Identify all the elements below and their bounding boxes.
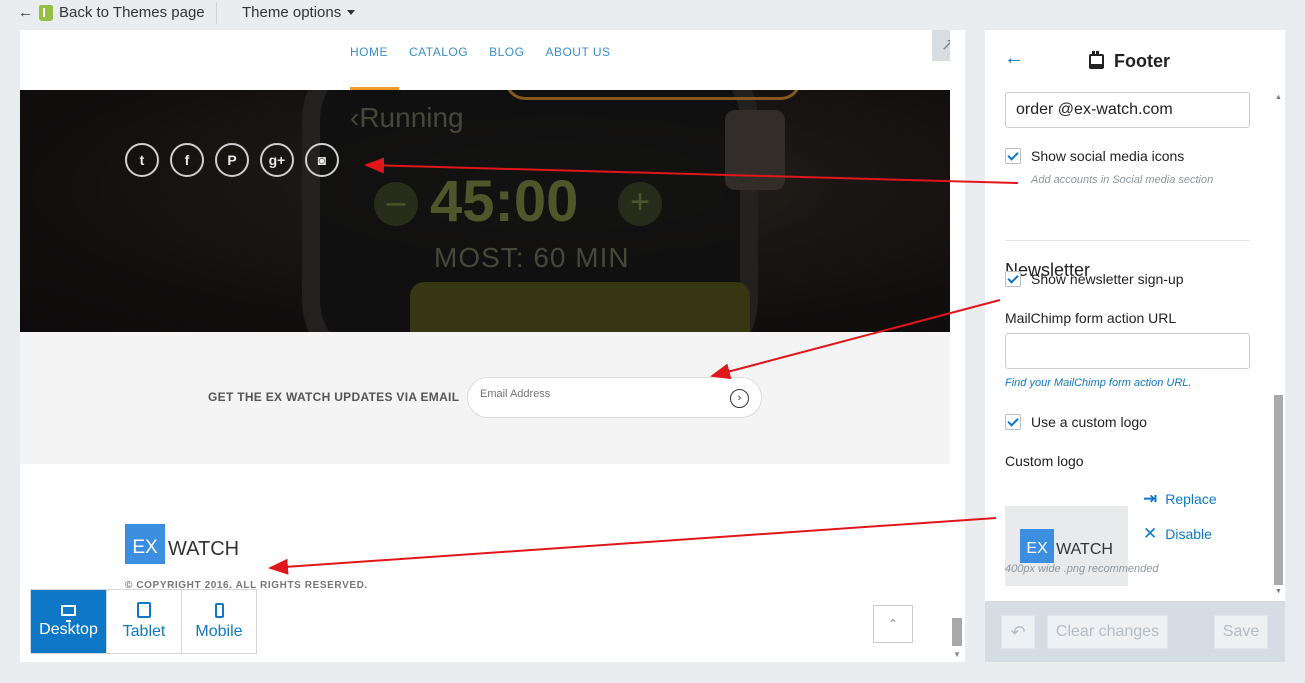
- replace-icon: ⇥: [1143, 489, 1158, 508]
- undo-icon: ↶: [1010, 622, 1026, 642]
- mailchimp-label: MailChimp form action URL: [1005, 310, 1177, 326]
- nav-about-link[interactable]: ABOUT US: [545, 45, 610, 59]
- footer-logo-ex: EX: [125, 524, 165, 564]
- show-newsletter-checkbox[interactable]: Show newsletter sign-up: [1005, 271, 1184, 287]
- disable-logo-button[interactable]: ✕ Disable: [1143, 524, 1212, 544]
- mobile-icon: [214, 602, 224, 618]
- mailchimp-help-link[interactable]: Find your MailChimp form action URL.: [1005, 377, 1191, 389]
- chevron-right-icon[interactable]: ›: [730, 389, 749, 408]
- back-to-top-button[interactable]: ⌃: [873, 605, 913, 643]
- newsletter-section: GET THE EX WATCH UPDATES VIA EMAIL ›: [20, 332, 950, 464]
- show-social-label: Show social media icons: [1031, 148, 1185, 164]
- panel-scroll-thumb[interactable]: [1274, 395, 1283, 585]
- theme-options-dropdown[interactable]: Theme options: [242, 4, 356, 21]
- device-desktop-label: Desktop: [39, 620, 98, 638]
- logo-preview-watch: WATCH: [1056, 541, 1113, 558]
- newsletter-email-input[interactable]: [480, 388, 720, 400]
- replace-label: Replace: [1165, 491, 1217, 507]
- back-to-themes-link[interactable]: ← Back to Themes page: [18, 4, 205, 21]
- nav-blog-link[interactable]: BLOG: [489, 45, 524, 59]
- back-arrow-icon[interactable]: ←: [1004, 47, 1024, 70]
- hero-image: ‹Running – 45:00 + MOST: 60 MIN t f P g+…: [20, 90, 950, 332]
- device-mobile-label: Mobile: [195, 622, 243, 640]
- chevron-up-icon: ⌃: [887, 617, 899, 631]
- topbar-divider: [216, 2, 217, 24]
- scroll-up-icon[interactable]: ▲: [1275, 94, 1282, 101]
- preview-scrollbar[interactable]: ▼: [950, 30, 965, 662]
- newsletter-label: GET THE EX WATCH UPDATES VIA EMAIL: [208, 390, 460, 404]
- section-divider: [1005, 240, 1250, 241]
- panel-footer: ↶ Clear changes Save: [985, 601, 1285, 662]
- caret-down-icon: [347, 10, 356, 15]
- use-custom-logo-label: Use a custom logo: [1031, 414, 1147, 430]
- scroll-down-icon[interactable]: ▼: [1275, 588, 1282, 595]
- twitter-icon[interactable]: t: [125, 143, 159, 177]
- hero-overlay: [20, 90, 950, 332]
- back-to-themes-label: Back to Themes page: [59, 4, 205, 21]
- theme-options-label: Theme options: [242, 4, 342, 21]
- tablet-icon: [137, 602, 151, 618]
- panel-header: ← Footer: [985, 30, 1285, 90]
- shopify-bag-icon: [39, 4, 53, 21]
- close-icon: ✕: [1143, 524, 1158, 543]
- show-newsletter-label: Show newsletter sign-up: [1031, 271, 1184, 287]
- nav-home-link[interactable]: HOME: [350, 45, 388, 59]
- store-nav: HOME CATALOG BLOG ABOUT US: [20, 30, 950, 90]
- save-button[interactable]: Save: [1214, 615, 1268, 649]
- logo-size-hint: 400px wide .png recommended: [1005, 563, 1159, 575]
- panel-scrollbar[interactable]: ▲ ▼: [1272, 90, 1285, 600]
- pinterest-icon[interactable]: P: [215, 143, 249, 177]
- custom-logo-label: Custom logo: [1005, 453, 1084, 469]
- clear-changes-button[interactable]: Clear changes: [1047, 615, 1168, 649]
- top-bar: ← Back to Themes page Theme options: [0, 0, 1305, 28]
- device-mobile-button[interactable]: Mobile: [181, 590, 256, 653]
- mailchimp-url-field[interactable]: [1005, 333, 1250, 369]
- instagram-icon[interactable]: ◙: [305, 143, 339, 177]
- footer-section-icon: [1089, 51, 1104, 69]
- footer-email-field[interactable]: [1005, 92, 1250, 128]
- settings-panel: ← Footer Show social media icons Add acc…: [985, 30, 1285, 662]
- panel-body: Show social media icons Add accounts in …: [985, 90, 1272, 600]
- arrow-left-icon: ←: [18, 4, 33, 21]
- checkbox-checked-icon[interactable]: [1005, 271, 1021, 287]
- disable-label: Disable: [1165, 526, 1212, 542]
- theme-preview: HOME CATALOG BLOG ABOUT US ‹Running – 45…: [20, 30, 950, 662]
- footer-logo-watch: WATCH: [168, 537, 240, 560]
- device-tablet-label: Tablet: [122, 623, 166, 640]
- footer-logo: EX WATCH: [125, 524, 239, 564]
- desktop-icon: [61, 604, 76, 622]
- social-icons: t f P g+ ◙: [125, 143, 339, 177]
- checkbox-checked-icon[interactable]: [1005, 414, 1021, 430]
- newsletter-email-field[interactable]: ›: [467, 377, 762, 418]
- panel-title: Footer: [1114, 51, 1170, 71]
- device-desktop-button[interactable]: Desktop: [31, 590, 106, 653]
- replace-logo-button[interactable]: ⇥ Replace: [1143, 489, 1217, 509]
- logo-preview-ex: EX: [1020, 529, 1055, 563]
- footer-email-input[interactable]: [1016, 101, 1241, 119]
- device-tablet-button[interactable]: Tablet: [106, 590, 181, 653]
- undo-button[interactable]: ↶: [1001, 615, 1035, 649]
- google-plus-icon[interactable]: g+: [260, 143, 294, 177]
- social-hint: Add accounts in Social media section: [1031, 174, 1214, 186]
- device-switcher: Desktop Tablet Mobile: [30, 589, 257, 654]
- show-social-checkbox[interactable]: Show social media icons: [1005, 148, 1184, 164]
- checkbox-checked-icon[interactable]: [1005, 148, 1021, 164]
- preview-scroll-thumb[interactable]: [952, 618, 962, 646]
- nav-catalog-link[interactable]: CATALOG: [409, 45, 468, 59]
- scroll-down-icon[interactable]: ▼: [953, 650, 961, 659]
- use-custom-logo-checkbox[interactable]: Use a custom logo: [1005, 414, 1147, 430]
- mailchimp-url-input[interactable]: [1016, 342, 1241, 360]
- facebook-icon[interactable]: f: [170, 143, 204, 177]
